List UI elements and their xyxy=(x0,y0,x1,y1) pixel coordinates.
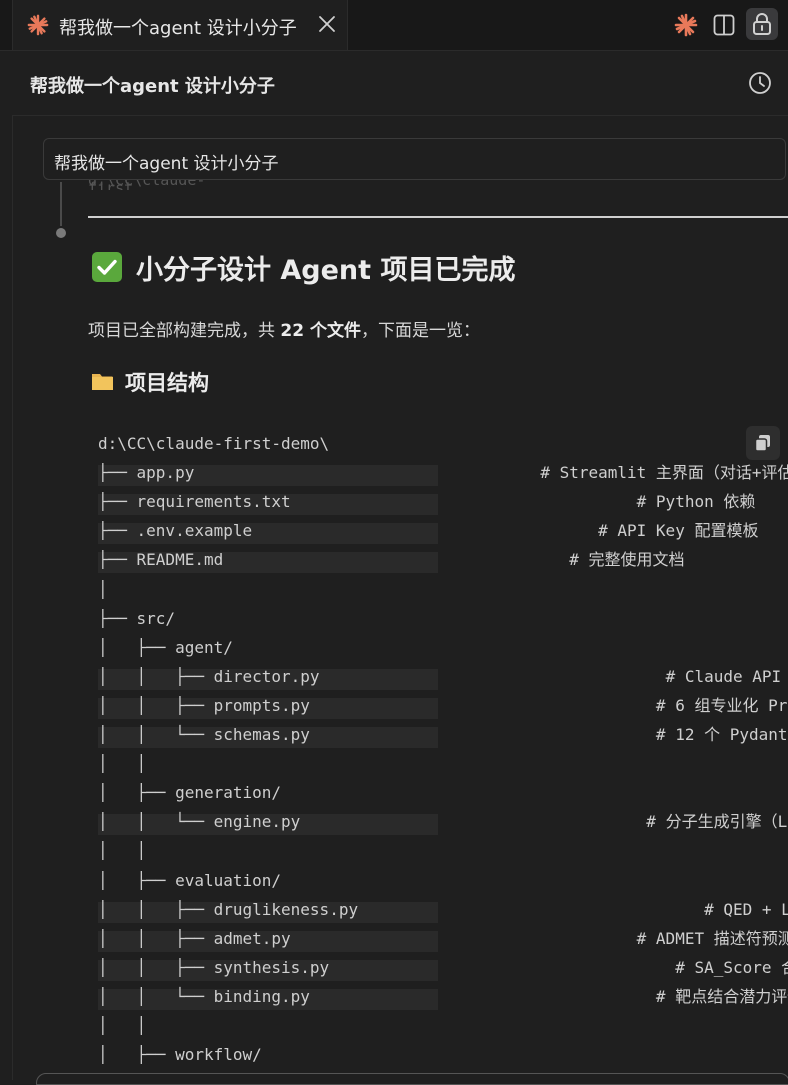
tree-comment: # Streamlit 主界面（对话+评估+可视化） xyxy=(540,463,788,483)
composer-edge xyxy=(36,1073,788,1085)
check-mark-icon xyxy=(92,252,122,282)
tree-path: │ ├── generation/ xyxy=(98,783,282,803)
intro-file-count: 22 个文件 xyxy=(280,321,361,341)
timeline-line xyxy=(60,182,62,226)
folder-icon xyxy=(92,374,113,390)
tree-path: │ ├── workflow/ xyxy=(98,1045,262,1065)
user-prompt-message[interactable]: 帮我做一个agent 设计小分子 xyxy=(43,138,786,180)
tree-comment: # 靶点结合潜力评估（MVP） xyxy=(655,986,788,1006)
tree-line: │ │ ├── director.py # Claude API 调用层（需求解析… xyxy=(98,665,788,690)
tree-path: │ xyxy=(98,579,108,599)
tree-comment: # 完整使用文档 xyxy=(569,550,685,570)
tree-path: ├── src/ xyxy=(98,608,176,628)
tree-comment: # ADMET 描述符预测（吸收/分布/代谢/排泄 xyxy=(636,928,788,948)
lock-icon xyxy=(753,13,771,35)
tree-path: │ │ xyxy=(98,841,147,861)
tree-line: │ │ └── schemas.py # 12 个 Pydantic 数据模型 xyxy=(98,723,788,748)
timeline-dot xyxy=(56,228,66,238)
history-clock-icon[interactable] xyxy=(748,71,772,95)
tree-comment: # 12 个 Pydantic 数据模型 xyxy=(655,725,788,744)
tree-comment: # QED + Lipinski/Veber/Ghose/Muegge xyxy=(704,899,788,919)
section-heading: 项目结构 xyxy=(125,371,209,395)
tree-comment: # Python 依赖 xyxy=(636,492,756,512)
tree-line: │ │ ├── druglikeness.py # QED + Lipinski/… xyxy=(98,898,788,923)
tree-comment: # SA_Score 合成可达性评估 xyxy=(675,957,788,977)
tree-line: │ │ xyxy=(98,1014,788,1038)
panel-border xyxy=(12,115,13,1080)
conversation-header: 帮我做一个agent 设计小分子 xyxy=(12,51,788,116)
claude-spark-icon xyxy=(27,14,49,36)
tree-line: ├── requirements.txt # Python 依赖 xyxy=(98,490,788,516)
tree-comment: # 分子生成引擎（LLM→SMILES→RDKit验证→ xyxy=(646,812,788,832)
split-view-icon[interactable] xyxy=(712,13,736,37)
claude-spark-icon[interactable] xyxy=(674,13,698,37)
response-heading: 小分子设计 Agent 项目已完成 xyxy=(136,255,516,286)
tree-line: ├── src/ xyxy=(98,607,788,631)
intro-text: 项目已全部构建完成，共 xyxy=(88,321,281,341)
horizontal-rule xyxy=(88,216,788,218)
tree-line: ├── app.py # Streamlit 主界面（对话+评估+可视化） xyxy=(98,461,788,487)
tree-line: │ xyxy=(98,578,788,602)
tree-path: │ │ ├── admet.py xyxy=(98,928,291,948)
tree-path: ├── README.md xyxy=(98,550,224,570)
tree-comment: # Claude API 调用层（需求解析/分子生成 xyxy=(665,666,782,686)
tree-line: │ │ └── binding.py # 靶点结合潜力评估（MVP） xyxy=(98,985,788,1010)
tree-path: │ │ xyxy=(98,1016,147,1035)
tree-line: │ │ ├── synthesis.py # SA_Score 合成可达性评估 xyxy=(98,956,788,981)
tree-path: │ │ ├── synthesis.py xyxy=(98,957,330,977)
tree-line: │ │ xyxy=(98,839,788,863)
user-prompt-text: 帮我做一个agent 设计小分子 xyxy=(54,154,279,174)
tree-line: │ │ └── engine.py # 分子生成引擎（LLM→SMILES→RDK… xyxy=(98,810,788,836)
active-tab[interactable]: 帮我做一个agent 设计小分子 xyxy=(12,0,348,50)
tree-path: │ │ └── binding.py xyxy=(98,986,310,1006)
tree-path: ├── .env.example xyxy=(98,521,253,541)
tree-line: ├── .env.example # API Key 配置模板 xyxy=(98,519,788,545)
tree-path: │ ├── agent/ xyxy=(98,637,233,657)
tree-path: │ ├── evaluation/ xyxy=(98,870,282,890)
tree-comment: # 6 组专业化 Prompt 模板 xyxy=(655,695,788,715)
response-intro: 项目已全部构建完成，共 22 个文件，下面是一览： xyxy=(88,316,480,341)
tree-path: d:\CC\claude-first-demo\ xyxy=(98,434,330,453)
tree-line: │ │ ├── admet.py # ADMET 描述符预测（吸收/分布/代谢/排… xyxy=(98,927,788,952)
code-block: d:\CC\claude-first-demo\ ├── app.py # Stre… xyxy=(98,432,788,1072)
tree-line: ├── README.md # 完整使用文档 xyxy=(98,548,788,574)
tree-path: │ │ └── schemas.py xyxy=(98,725,310,744)
tree-line: │ ├── workflow/ xyxy=(98,1043,788,1067)
tree-path: ├── requirements.txt xyxy=(98,492,291,512)
copy-icon xyxy=(754,435,770,452)
tree-line: │ ├── evaluation/ xyxy=(98,869,788,893)
tree-line: │ ├── generation/ xyxy=(98,781,788,805)
copy-button[interactable] xyxy=(746,426,780,460)
lock-button[interactable] xyxy=(746,8,778,40)
tree-path: │ │ xyxy=(98,754,147,774)
tab-title: 帮我做一个agent 设计小分子 xyxy=(59,18,297,39)
close-icon[interactable] xyxy=(315,12,339,36)
tree-comment: # API Key 配置模板 xyxy=(598,521,759,541)
tree-line: │ ├── agent/ xyxy=(98,636,788,660)
tree-path: │ │ ├── prompts.py xyxy=(98,695,310,715)
tree-path: │ │ ├── druglikeness.py xyxy=(98,899,359,919)
tree-line: │ │ ├── prompts.py # 6 组专业化 Prompt 模板 xyxy=(98,694,788,719)
tree-path: │ │ ├── director.py xyxy=(98,666,320,686)
tree-path: ├── app.py xyxy=(98,463,195,483)
tree-line: │ │ xyxy=(98,752,788,776)
tree-path: │ │ └── engine.py xyxy=(98,812,301,832)
intro-text-end: ，下面是一览： xyxy=(360,321,480,341)
tree-line: d:\CC\claude-first-demo\ xyxy=(98,432,788,456)
conversation-title: 帮我做一个agent 设计小分子 xyxy=(30,76,275,97)
top-bar: 帮我做一个agent 设计小分子 xyxy=(0,0,788,51)
